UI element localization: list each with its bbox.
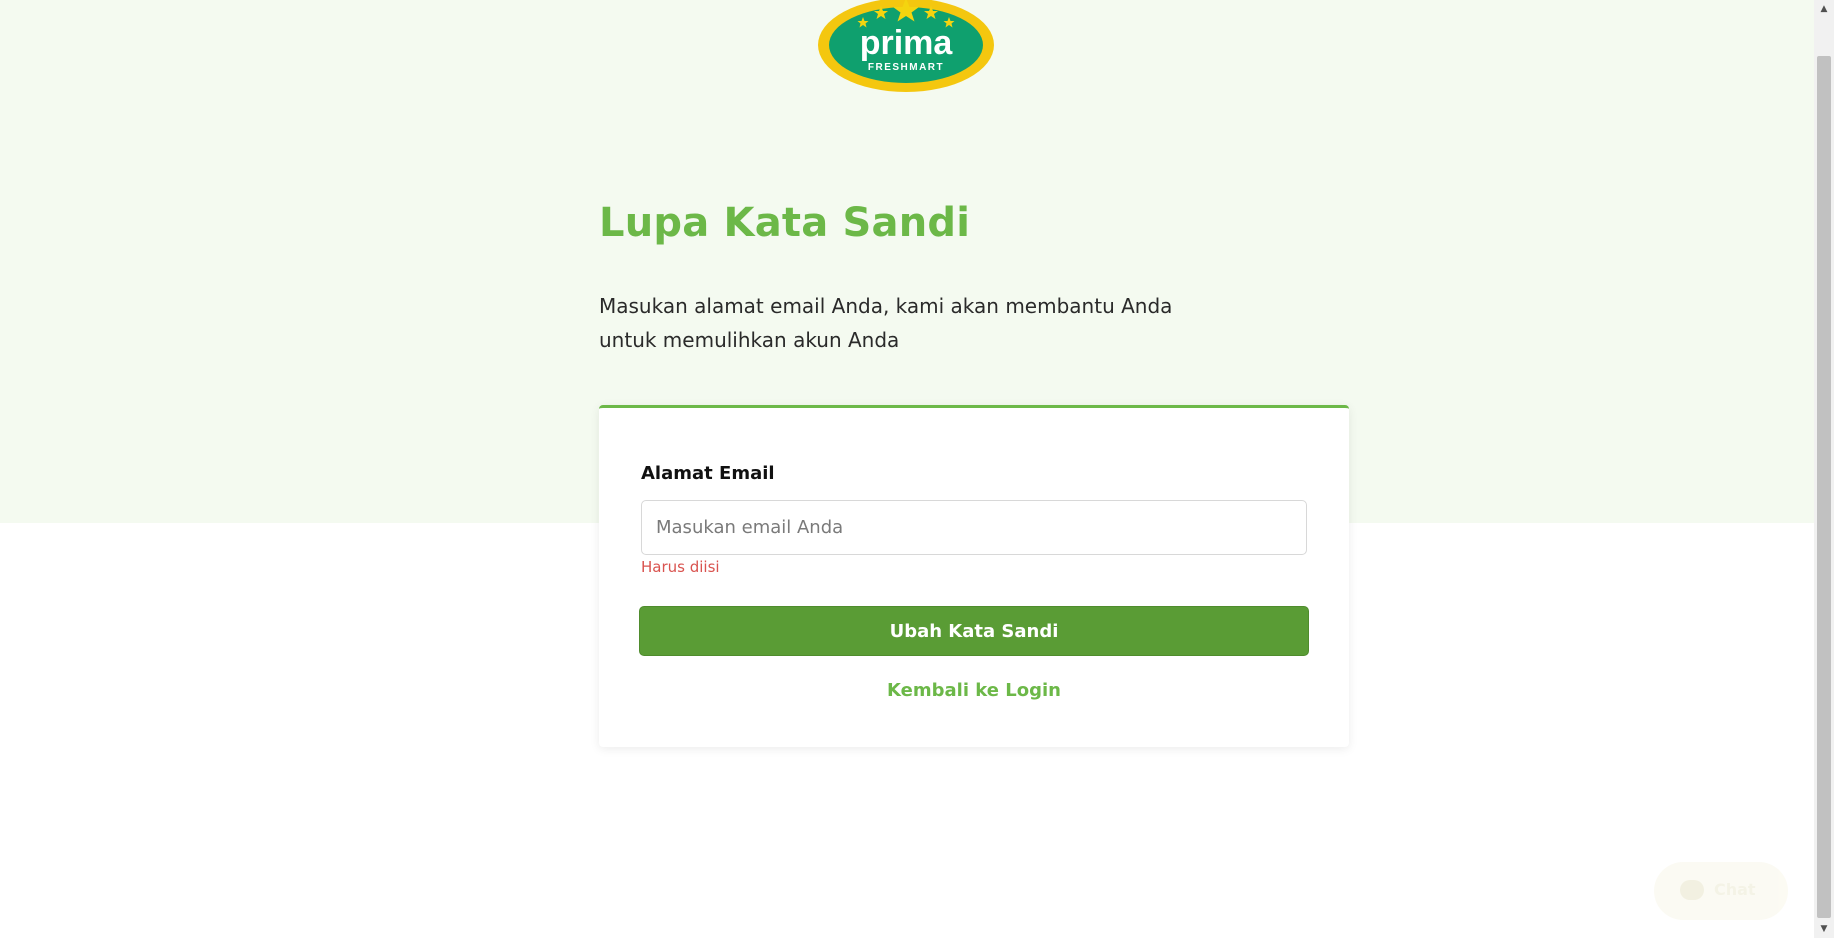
- vertical-scrollbar[interactable]: ▲ ▼: [1814, 0, 1834, 938]
- subtitle-line-2: untuk memulihkan akun Anda: [599, 328, 900, 352]
- chat-widget-button[interactable]: Chat: [1654, 862, 1788, 920]
- email-label: Alamat Email: [641, 463, 775, 484]
- logo-wordmark: prima: [860, 24, 954, 62]
- change-password-button[interactable]: Ubah Kata Sandi: [639, 606, 1309, 656]
- chat-bubble-icon: [1680, 880, 1704, 900]
- logo-subtext: FRESHMART: [868, 62, 944, 73]
- page-subtitle: Masukan alamat email Anda, kami akan mem…: [599, 289, 1219, 357]
- email-error-message: Harus diisi: [641, 558, 720, 576]
- subtitle-line-1: Masukan alamat email Anda, kami akan mem…: [599, 294, 1173, 318]
- prima-freshmart-logo[interactable]: prima FRESHMART: [817, 0, 995, 94]
- page: prima FRESHMART Lupa Kata Sandi Masukan …: [0, 0, 1834, 938]
- forgot-password-card: Alamat Email Harus diisi Ubah Kata Sandi…: [599, 405, 1349, 747]
- chat-label: Chat: [1714, 880, 1756, 899]
- scrollbar-thumb[interactable]: [1817, 56, 1831, 918]
- scroll-down-arrow-icon[interactable]: ▼: [1814, 920, 1834, 938]
- email-input[interactable]: [641, 500, 1307, 555]
- page-title: Lupa Kata Sandi: [599, 200, 971, 246]
- back-to-login-link[interactable]: Kembali ke Login: [599, 680, 1349, 701]
- scroll-up-arrow-icon[interactable]: ▲: [1814, 0, 1834, 18]
